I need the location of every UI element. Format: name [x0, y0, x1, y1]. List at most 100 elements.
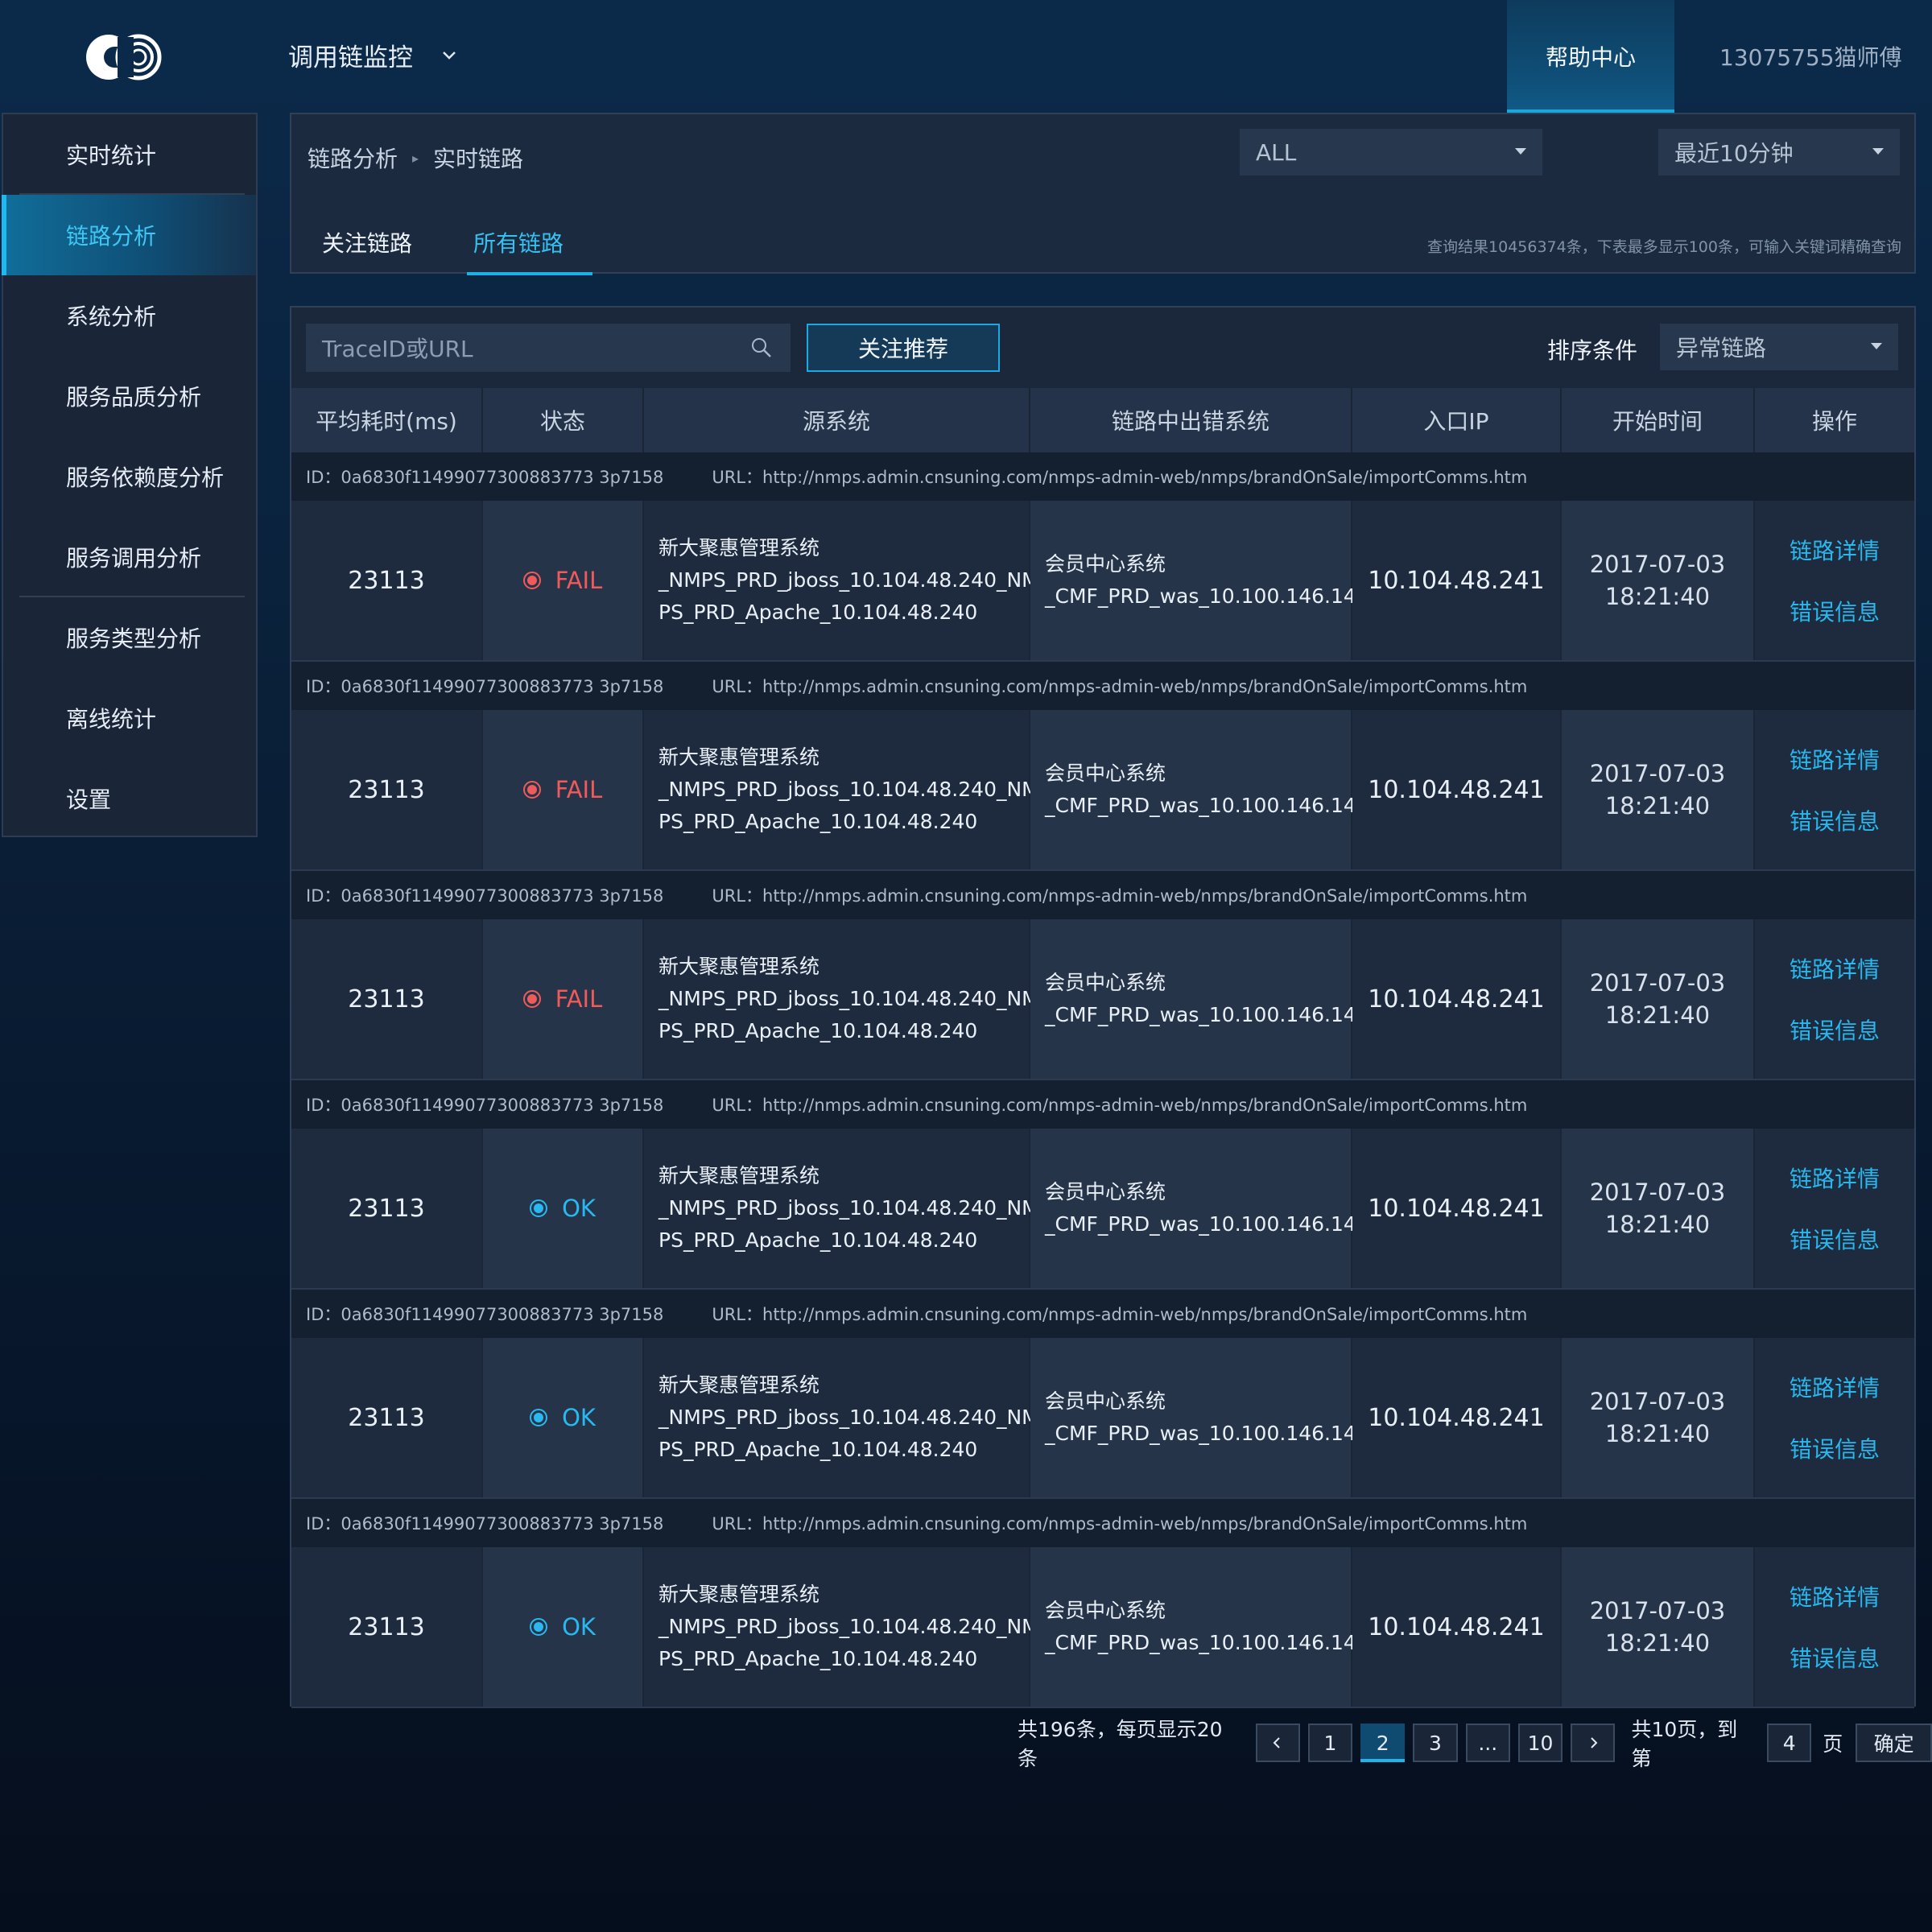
- row-actions: 链路详情 错误信息: [1755, 919, 1914, 1079]
- recommend-button[interactable]: 关注推荐: [807, 324, 1000, 372]
- status-dot-icon: [522, 572, 541, 589]
- column-header[interactable]: 平均耗时(ms): [291, 388, 483, 452]
- recommend-label: 关注推荐: [857, 336, 948, 362]
- tab-all-traces[interactable]: 所有链路: [443, 209, 594, 275]
- start-date: 2017-07-03: [1589, 1388, 1726, 1415]
- start-date: 2017-07-03: [1589, 551, 1726, 578]
- sidebar-item-label: 服务调用分析: [66, 545, 202, 572]
- pagination-summary: 共196条，每页显示20条: [1018, 1718, 1223, 1770]
- sort-select[interactable]: 异常链路: [1660, 324, 1898, 370]
- sidebar-item-service-dependency[interactable]: 服务依赖度分析: [3, 436, 256, 517]
- source-system-line: 新大聚惠管理系统: [658, 536, 820, 559]
- column-header[interactable]: 开始时间: [1562, 388, 1755, 452]
- source-system: 新大聚惠管理系统 _NMPS_PRD_jboss_10.104.48.240_NM…: [644, 1338, 1039, 1497]
- start-time: 2017-07-03 18:21:40: [1562, 501, 1755, 660]
- chevron-left-icon: [1273, 1737, 1280, 1748]
- next-page-button[interactable]: [1571, 1724, 1616, 1762]
- entry-ip: 10.104.48.241: [1352, 710, 1562, 869]
- prev-page-button[interactable]: [1255, 1724, 1300, 1762]
- column-header[interactable]: 源系统: [644, 388, 1030, 452]
- help-center-button[interactable]: 帮助中心: [1507, 0, 1674, 113]
- status-text: OK: [562, 1613, 596, 1641]
- status-text: FAIL: [555, 985, 603, 1013]
- status-badge: OK: [483, 1547, 644, 1707]
- trace-cells: 23113 OK 新大聚惠管理系统 _NMPS_PRD_jboss_10.104.48…: [291, 1338, 1914, 1499]
- source-system-line: 新大聚惠管理系统: [658, 1583, 820, 1606]
- breadcrumb-item[interactable]: 链路分析: [308, 142, 398, 174]
- error-info-link[interactable]: 错误信息: [1790, 1432, 1880, 1464]
- tab-followed-traces[interactable]: 关注链路: [291, 209, 443, 275]
- system-select[interactable]: ALL: [1240, 129, 1542, 175]
- page-button[interactable]: 1: [1307, 1724, 1353, 1762]
- trace-cells: 23113 FAIL 新大聚惠管理系统 _NMPS_PRD_jboss_10.104.…: [291, 501, 1914, 662]
- trace-detail-link[interactable]: 链路详情: [1790, 1162, 1880, 1194]
- status-text: OK: [562, 1404, 596, 1431]
- error-system-line: _CMF_PRD_was_10.100.146.144: [1045, 1003, 1369, 1026]
- sort-value: 异常链路: [1676, 335, 1767, 361]
- status-dot-icon: [530, 1409, 548, 1426]
- column-header[interactable]: 链路中出错系统: [1030, 388, 1352, 452]
- time-range-select[interactable]: 最近10分钟: [1658, 129, 1900, 175]
- start-time: 2017-07-03 18:21:40: [1562, 1338, 1755, 1497]
- sidebar-item-settings[interactable]: 设置: [3, 758, 256, 839]
- sidebar-divider: [19, 193, 245, 195]
- app-title-dropdown[interactable]: 调用链监控: [288, 37, 458, 73]
- status-dot-icon: [530, 1618, 548, 1636]
- error-info-link[interactable]: 错误信息: [1790, 804, 1880, 836]
- error-info-link[interactable]: 错误信息: [1790, 1013, 1880, 1046]
- chevron-right-icon: [1591, 1737, 1598, 1748]
- brand-logo[interactable]: [84, 31, 172, 84]
- sidebar-item-label: 服务类型分析: [66, 625, 202, 652]
- trace-detail-link[interactable]: 链路详情: [1790, 534, 1880, 566]
- sidebar-item-trace-analysis[interactable]: 链路分析: [2, 195, 256, 275]
- error-info-link[interactable]: 错误信息: [1790, 595, 1880, 627]
- search-input[interactable]: TraceID或URL: [306, 324, 791, 372]
- sidebar-item-label: 服务品质分析: [66, 384, 202, 411]
- error-system: 会员中心系统 _CMF_PRD_was_10.100.146.144: [1030, 1338, 1369, 1497]
- trace-meta: ID：0a6830f11499077300883773 3p7158 URL：ht…: [291, 452, 1914, 501]
- user-account[interactable]: 13075755猫师傅: [1719, 40, 1902, 72]
- start-time: 2017-07-03 18:21:40: [1562, 1547, 1755, 1707]
- source-system: 新大聚惠管理系统 _NMPS_PRD_jboss_10.104.48.240_NM…: [644, 501, 1039, 660]
- sidebar-item-offline-stats[interactable]: 离线统计: [3, 678, 256, 758]
- trace-detail-link[interactable]: 链路详情: [1790, 1580, 1880, 1612]
- trace-id: ID：0a6830f11499077300883773 3p7158: [306, 1096, 664, 1115]
- search-icon[interactable]: [750, 336, 773, 359]
- source-system: 新大聚惠管理系统 _NMPS_PRD_jboss_10.104.48.240_NM…: [644, 710, 1039, 869]
- table-header: 平均耗时(ms) 状态 源系统 链路中出错系统 入口IP 开始时间 操作: [291, 388, 1914, 452]
- page-ellipsis[interactable]: ...: [1465, 1724, 1510, 1762]
- error-system-line: 会员中心系统: [1045, 1389, 1166, 1413]
- start-date: 2017-07-03: [1589, 1597, 1726, 1624]
- goto-confirm-button[interactable]: 确定: [1856, 1724, 1932, 1762]
- column-header[interactable]: 入口IP: [1352, 388, 1562, 452]
- status-badge: OK: [483, 1338, 644, 1497]
- trace-url: URL：http://nmps.admin.cnsuning.com/nmps-…: [712, 1305, 1528, 1324]
- start-clock: 18:21:40: [1604, 1420, 1711, 1447]
- page-button-current[interactable]: 2: [1360, 1724, 1406, 1762]
- goto-page-input[interactable]: 4: [1767, 1724, 1812, 1762]
- column-header[interactable]: 状态: [483, 388, 644, 452]
- error-system: 会员中心系统 _CMF_PRD_was_10.100.146.144: [1030, 501, 1369, 660]
- source-system-line: PS_PRD_Apache_10.104.48.240: [658, 810, 978, 833]
- source-system: 新大聚惠管理系统 _NMPS_PRD_jboss_10.104.48.240_NM…: [644, 1547, 1039, 1707]
- sidebar-item-service-quality[interactable]: 服务品质分析: [3, 356, 256, 436]
- trace-detail-link[interactable]: 链路详情: [1790, 1371, 1880, 1403]
- trace-detail-link[interactable]: 链路详情: [1790, 743, 1880, 775]
- trace-detail-link[interactable]: 链路详情: [1790, 952, 1880, 985]
- trace-id: ID：0a6830f11499077300883773 3p7158: [306, 677, 664, 696]
- error-system-line: 会员中心系统: [1045, 762, 1166, 785]
- tab-label: 关注链路: [322, 230, 413, 257]
- error-info-link[interactable]: 错误信息: [1790, 1641, 1880, 1674]
- error-info-link[interactable]: 错误信息: [1790, 1223, 1880, 1255]
- sidebar-item-system-analysis[interactable]: 系统分析: [3, 275, 256, 356]
- trace-id: ID：0a6830f11499077300883773 3p7158: [306, 886, 664, 906]
- sidebar-item-service-type[interactable]: 服务类型分析: [3, 597, 256, 678]
- trace-url: URL：http://nmps.admin.cnsuning.com/nmps-…: [712, 886, 1528, 906]
- trace-meta: ID：0a6830f11499077300883773 3p7158 URL：ht…: [291, 1499, 1914, 1547]
- source-system-line: _NMPS_PRD_jboss_10.104.48.240_NM: [658, 987, 1039, 1010]
- page-button[interactable]: 3: [1413, 1724, 1458, 1762]
- sidebar-item-service-invocation[interactable]: 服务调用分析: [3, 517, 256, 597]
- sidebar-item-realtime-stats[interactable]: 实时统计: [3, 114, 256, 195]
- page-button[interactable]: 10: [1517, 1724, 1563, 1762]
- breadcrumb: 链路分析 ▸ 实时链路: [308, 142, 523, 174]
